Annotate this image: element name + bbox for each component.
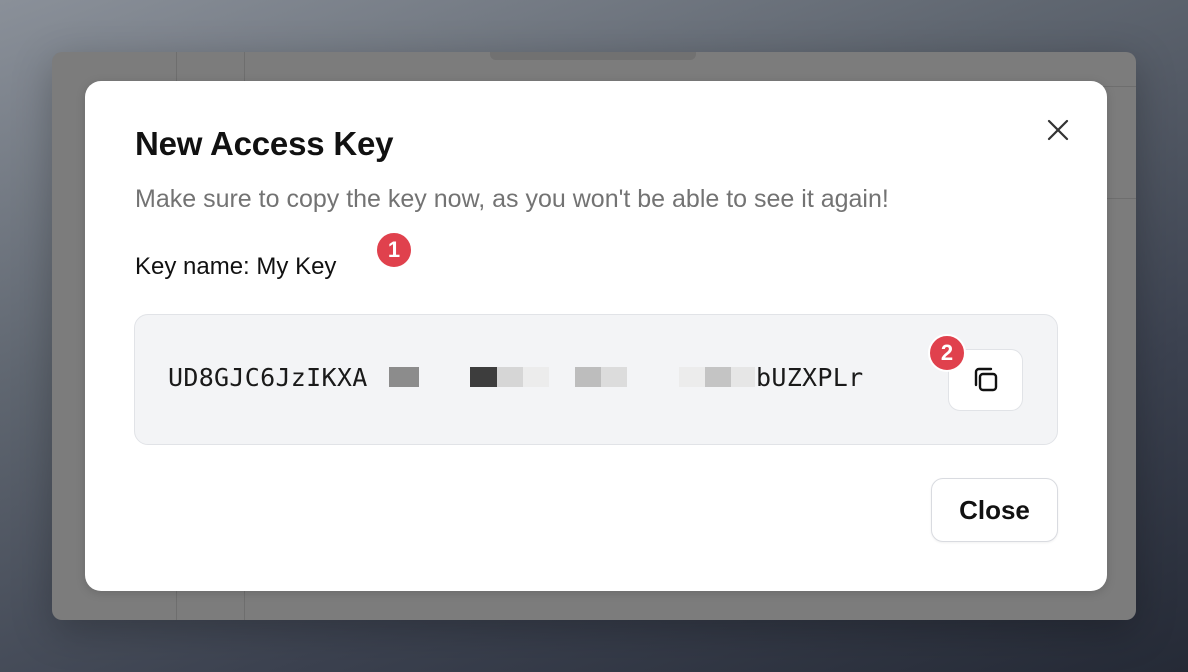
key-name-value: My Key [256, 253, 337, 280]
close-dialog-button[interactable] [1043, 115, 1073, 145]
access-key-prefix: UD8GJC6JzIKXA [168, 363, 368, 392]
key-name-label: Key name: [135, 253, 250, 280]
annotation-badge-2: 2 [928, 334, 966, 372]
copy-icon [974, 367, 997, 392]
close-icon [1047, 119, 1069, 141]
access-key-suffix: bUZXPLr [756, 363, 864, 392]
dialog-title: New Access Key [135, 125, 394, 162]
close-button[interactable]: Close [931, 478, 1058, 542]
access-key-box: UD8GJC6JzIKXA bUZXPLr [134, 314, 1058, 445]
background-tab [490, 52, 696, 60]
new-access-key-dialog: New Access Key Make sure to copy the key… [85, 81, 1107, 591]
key-name: Key name: My Key [135, 253, 336, 281]
dialog-subtitle: Make sure to copy the key now, as you wo… [135, 185, 889, 213]
annotation-badge-1: 1 [375, 231, 413, 269]
